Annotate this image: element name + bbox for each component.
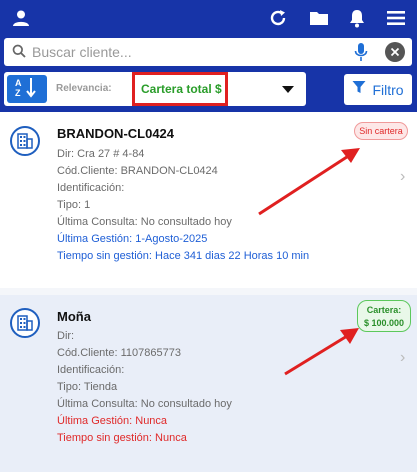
search-box — [4, 38, 412, 66]
filter-bar: A Z Relevancia: Cartera total $ Filtro — [0, 68, 417, 112]
refresh-icon[interactable] — [267, 7, 289, 29]
building-icon — [10, 308, 40, 338]
svg-text:Z: Z — [15, 88, 21, 98]
building-icon — [10, 126, 40, 156]
menu-icon[interactable] — [385, 7, 407, 29]
last-query: Última Consulta: No consultado hoy — [57, 216, 232, 228]
bell-icon[interactable] — [346, 7, 368, 29]
folder-icon[interactable] — [308, 7, 330, 29]
filter-button[interactable]: Filtro — [344, 74, 412, 105]
clear-search-icon[interactable] — [385, 42, 405, 62]
portfolio-badge-label: Cartera: — [366, 305, 402, 315]
client-code: Cód.Cliente: 1107865773 — [57, 347, 181, 359]
search-icon — [12, 44, 26, 63]
highlight-box — [132, 72, 228, 106]
relevance-label: Relevancia: — [56, 83, 112, 94]
svg-text:A: A — [15, 78, 22, 88]
portfolio-badge-amount: $ 100.000 — [363, 318, 405, 328]
filter-funnel-icon — [352, 80, 366, 99]
client-type: Tipo: Tienda — [57, 381, 118, 393]
user-icon[interactable] — [10, 7, 32, 29]
microphone-icon[interactable] — [354, 42, 368, 67]
chevron-right-icon[interactable]: › — [400, 349, 405, 367]
chevron-right-icon[interactable]: › — [400, 168, 405, 186]
last-query: Última Consulta: No consultado hoy — [57, 398, 232, 410]
client-type: Tipo: 1 — [57, 199, 91, 211]
time-without-management: Tiempo sin gestión: Nunca — [57, 432, 187, 444]
last-management: Última Gestión: Nunca — [57, 415, 168, 427]
search-input[interactable] — [32, 42, 342, 62]
dropdown-caret-icon[interactable] — [282, 86, 294, 93]
client-address: Dir: — [57, 330, 75, 342]
sort-order-button[interactable]: A Z — [7, 75, 47, 103]
card-separator — [0, 288, 417, 295]
sort-az-icon: A Z — [14, 76, 40, 103]
client-card[interactable]: BRANDON-CL0424 Sin cartera Dir: Cra 27 #… — [0, 112, 417, 288]
search-bar — [0, 36, 417, 68]
status-badge: Sin cartera — [354, 122, 408, 140]
portfolio-badge: Cartera: $ 100.000 — [357, 300, 411, 332]
sort-panel: A Z Relevancia: Cartera total $ — [4, 72, 306, 106]
time-without-management: Tiempo sin gestión: Hace 341 dias 22 Hor… — [57, 250, 310, 262]
client-identification: Identificación: — [57, 364, 125, 376]
client-identification: Identificación: — [57, 182, 125, 194]
client-name: BRANDON-CL0424 — [57, 126, 175, 141]
client-card[interactable]: Moña Cartera: $ 100.000 Dir: Cód.Cliente… — [0, 295, 417, 472]
client-name: Moña — [57, 309, 91, 324]
filter-button-label: Filtro — [372, 81, 404, 98]
top-app-bar — [0, 0, 417, 36]
last-management: Última Gestión: 1-Agosto-2025 — [57, 233, 208, 245]
client-address: Dir: Cra 27 # 4-84 — [57, 148, 145, 160]
client-code: Cód.Cliente: BRANDON-CL0424 — [57, 165, 218, 177]
